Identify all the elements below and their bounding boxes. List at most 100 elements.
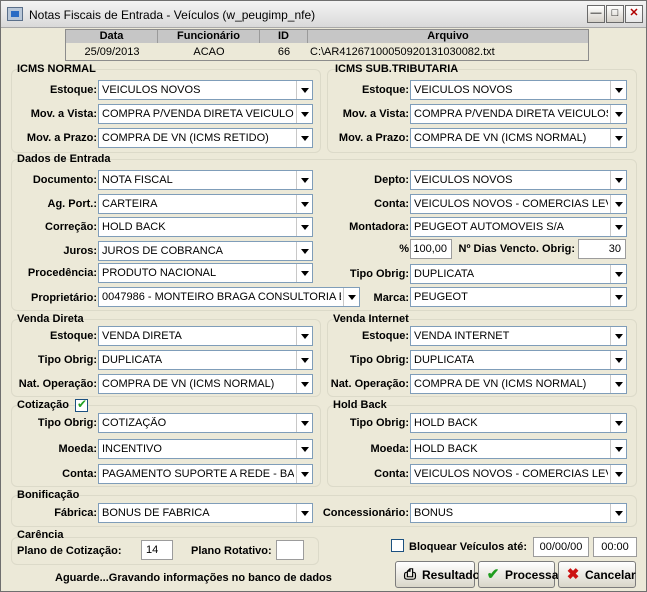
info-table: Data Funcionário ID Arquivo 25/09/2013 A…	[65, 29, 589, 61]
hb-conta-select[interactable]: VEICULOS NOVOS - COMERCIAS LEVES	[410, 464, 627, 484]
icms-normal-estoque-select[interactable]: VEICULOS NOVOS	[98, 80, 313, 100]
info-header-arquivo: Arquivo	[427, 30, 469, 42]
vd-estoque-select[interactable]: VENDA DIRETA	[98, 326, 313, 346]
bloquear-checkbox[interactable]	[391, 539, 404, 552]
vd-nat-op-label: Nat. Operação:	[18, 378, 97, 390]
chevron-down-icon[interactable]	[610, 171, 626, 189]
venda-direta-title: Venda Direta	[17, 313, 84, 325]
bloquear-label: Bloquear Veículos até:	[409, 541, 527, 553]
info-header-data: Data	[66, 30, 158, 43]
depto-select[interactable]: VEICULOS NOVOS	[410, 170, 627, 190]
chevron-down-icon[interactable]	[296, 195, 312, 213]
chevron-down-icon[interactable]	[296, 264, 312, 282]
chevron-down-icon[interactable]	[296, 465, 312, 483]
chevron-down-icon[interactable]	[610, 351, 626, 369]
fabrica-select[interactable]: BONUS DE FABRICA	[98, 503, 313, 523]
plano-rot-label: Plano Rotativo:	[191, 545, 272, 557]
info-value-id: 66	[277, 46, 291, 58]
procedencia-select[interactable]: PRODUTO NACIONAL	[98, 263, 313, 283]
conta-select[interactable]: VEICULOS NOVOS - COMERCIAS LEVES	[410, 194, 627, 214]
bloquear-time-input[interactable]: 00:00	[593, 537, 637, 557]
vd-nat-op-select[interactable]: COMPRA DE VN (ICMS NORMAL)	[98, 374, 313, 394]
cotizacao-title: Cotização	[17, 399, 69, 411]
chevron-down-icon[interactable]	[610, 105, 626, 123]
chevron-down-icon[interactable]	[296, 504, 312, 522]
icms-normal-mov-vista-label: Mov. a Vista:	[30, 108, 97, 120]
vi-nat-op-select[interactable]: COMPRA DE VN (ICMS NORMAL)	[410, 374, 627, 394]
processar-button[interactable]: ✔ Processar	[478, 561, 563, 588]
minimize-button[interactable]: —	[587, 5, 605, 23]
chevron-down-icon[interactable]	[610, 414, 626, 432]
chevron-down-icon[interactable]	[296, 242, 312, 260]
documento-select[interactable]: NOTA FISCAL	[98, 170, 313, 190]
info-header-funcionario: Funcionário	[158, 30, 260, 43]
close-button[interactable]: ✕	[625, 5, 643, 23]
hb-tipo-obrig-select[interactable]: HOLD BACK	[410, 413, 627, 433]
chevron-down-icon[interactable]	[610, 440, 626, 458]
chevron-down-icon[interactable]	[610, 504, 626, 522]
chevron-down-icon[interactable]	[296, 129, 312, 147]
chevron-down-icon[interactable]	[610, 129, 626, 147]
icms-sub-mov-prazo-select[interactable]: COMPRA DE VN (ICMS NORMAL)	[410, 128, 627, 148]
icms-sub-mov-prazo-label: Mov. a Prazo:	[338, 132, 409, 144]
correcao-select[interactable]: HOLD BACK	[98, 217, 313, 237]
agport-label: Ag. Port.:	[47, 198, 98, 210]
percent-input[interactable]: 100,00	[410, 239, 452, 259]
vi-estoque-select[interactable]: VENDA INTERNET	[410, 326, 627, 346]
marca-select[interactable]: PEUGEOT	[410, 287, 627, 307]
cancelar-button[interactable]: ✖ Cancelar	[558, 561, 636, 588]
vd-tipo-obrig-label: Tipo Obrig:	[37, 354, 97, 366]
procedencia-label: Procedência:	[27, 267, 97, 279]
dias-input[interactable]: 30	[578, 239, 626, 259]
tipo-obrig-select[interactable]: DUPLICATA	[410, 264, 627, 284]
proprietario-label: Proprietário:	[30, 292, 97, 304]
cot-moeda-select[interactable]: INCENTIVO	[98, 439, 313, 459]
hb-conta-label: Conta:	[374, 468, 409, 480]
chevron-down-icon[interactable]	[296, 327, 312, 345]
agport-select[interactable]: CARTEIRA	[98, 194, 313, 214]
cot-tipo-obrig-select[interactable]: COTIZAÇÃO	[98, 413, 313, 433]
info-value-funcionario: ACAO	[193, 46, 225, 58]
icms-sub-mov-vista-select[interactable]: COMPRA P/VENDA DIRETA VEICULOS	[410, 104, 627, 124]
chevron-down-icon[interactable]	[610, 375, 626, 393]
juros-select[interactable]: JUROS DE COBRANCA	[98, 241, 313, 261]
vi-tipo-obrig-select[interactable]: DUPLICATA	[410, 350, 627, 370]
hb-moeda-label: Moeda:	[370, 443, 410, 455]
chevron-down-icon[interactable]	[296, 105, 312, 123]
bloquear-date-input[interactable]: 00/00/00	[533, 537, 589, 557]
montadora-select[interactable]: PEUGEOT AUTOMOVEIS S/A	[410, 217, 627, 237]
chevron-down-icon[interactable]	[296, 440, 312, 458]
hb-moeda-select[interactable]: HOLD BACK	[410, 439, 627, 459]
chevron-down-icon[interactable]	[610, 195, 626, 213]
chevron-down-icon[interactable]	[610, 327, 626, 345]
plano-cot-label: Plano de Cotização:	[17, 545, 122, 557]
icms-sub-estoque-select[interactable]: VEICULOS NOVOS	[410, 80, 627, 100]
chevron-down-icon[interactable]	[610, 465, 626, 483]
plano-cot-input[interactable]: 14	[141, 540, 173, 560]
checkmark-icon: ✔	[486, 566, 500, 583]
chevron-down-icon[interactable]	[610, 81, 626, 99]
chevron-down-icon[interactable]	[296, 351, 312, 369]
documento-label: Documento:	[32, 174, 97, 186]
icms-normal-mov-vista-select[interactable]: COMPRA P/VENDA DIRETA VEICULOS	[98, 104, 313, 124]
window-title: Notas Fiscais de Entrada - Veículos (w_p…	[29, 8, 316, 22]
plano-rot-input[interactable]	[276, 540, 304, 560]
concessionario-select[interactable]: BONUS	[410, 503, 627, 523]
cotizacao-checkbox[interactable]	[75, 397, 88, 412]
chevron-down-icon[interactable]	[296, 81, 312, 99]
chevron-down-icon[interactable]	[296, 375, 312, 393]
icms-sub-mov-vista-label: Mov. a Vista:	[342, 108, 409, 120]
icms-normal-mov-prazo-select[interactable]: COMPRA DE VN (ICMS RETIDO)	[98, 128, 313, 148]
chevron-down-icon[interactable]	[296, 171, 312, 189]
chevron-down-icon[interactable]	[610, 265, 626, 283]
resultado-button[interactable]: ⎙ Resultado	[395, 561, 480, 588]
icms-normal-estoque-label: Estoque:	[49, 84, 97, 96]
proprietario-select[interactable]: 0047986 - MONTEIRO BRAGA CONSULTORIA EMP	[98, 287, 360, 307]
chevron-down-icon[interactable]	[296, 414, 312, 432]
maximize-button[interactable]: □	[606, 5, 624, 23]
chevron-down-icon[interactable]	[296, 218, 312, 236]
chevron-down-icon[interactable]	[610, 288, 626, 306]
vd-tipo-obrig-select[interactable]: DUPLICATA	[98, 350, 313, 370]
chevron-down-icon[interactable]	[610, 218, 626, 236]
cot-conta-select[interactable]: PAGAMENTO SUPORTE A REDE - BANCO	[98, 464, 313, 484]
